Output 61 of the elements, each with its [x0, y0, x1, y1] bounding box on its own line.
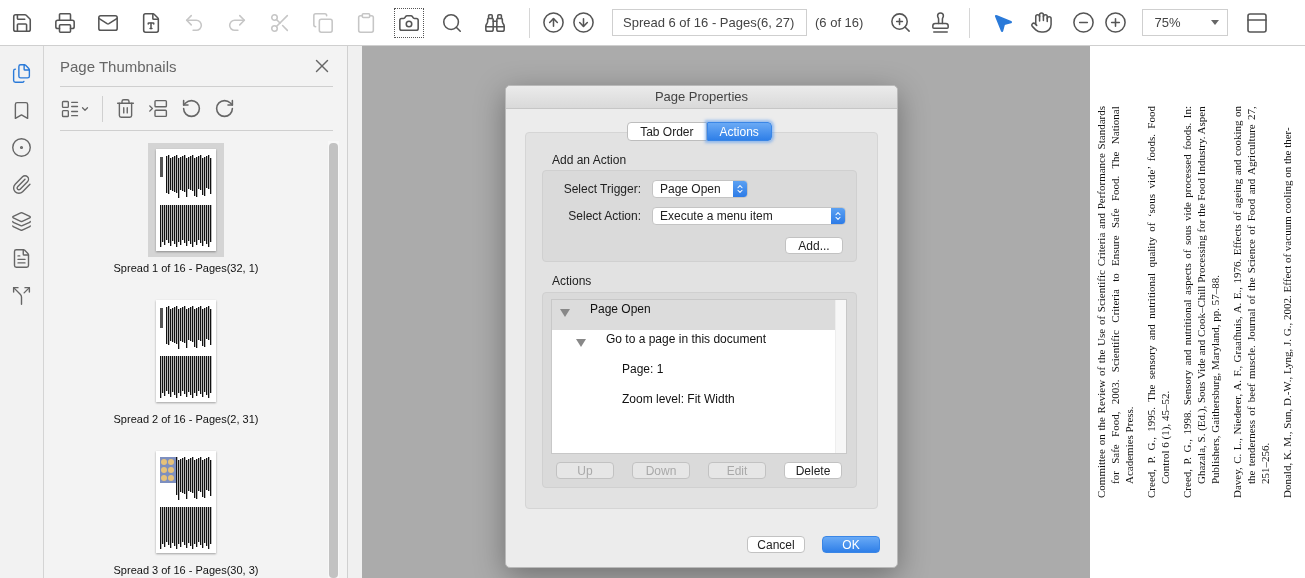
- zoom-dropdown[interactable]: 75%: [1142, 9, 1229, 36]
- disclosure-triangle-icon[interactable]: [576, 339, 586, 347]
- thumbnail-label: Spread 1 of 16 - Pages(32, 1): [113, 262, 259, 274]
- page-layout-icon: [1245, 10, 1270, 35]
- page-thumbnail[interactable]: [156, 451, 216, 553]
- disclosure-triangle-icon[interactable]: [560, 309, 570, 317]
- section-title: Add an Action: [552, 153, 628, 167]
- compare-icon: [11, 284, 32, 306]
- insert-pages-button[interactable]: [148, 98, 169, 119]
- trash-icon: [115, 98, 136, 119]
- thumbnail-label: Spread 3 of 16 - Pages(30, 3): [113, 564, 259, 576]
- hand-icon: [1029, 11, 1053, 34]
- rotate-right-icon: [214, 98, 235, 119]
- document-icon: [11, 247, 32, 269]
- dialog-title: Page Properties: [506, 86, 897, 109]
- tree-row[interactable]: Go to a page in this document: [552, 330, 835, 360]
- panel-title: Page Thumbnails: [60, 57, 177, 75]
- thumbnail-frame[interactable]: [148, 143, 224, 257]
- arrow-down-icon: [571, 11, 595, 34]
- arrow-up-icon: [541, 11, 565, 34]
- target-icon: [11, 136, 32, 158]
- magnifier-icon: [888, 11, 912, 34]
- select-label: Select Action:: [567, 209, 641, 223]
- scrollbar[interactable]: [835, 300, 846, 453]
- caret-icon: [1211, 20, 1220, 25]
- reference-entry: Davey, C. L., Niederer, A. F., Graafhuis, A. E., 1976. Effects of ageing and cooking on the tenderness of beef muscle. Journal of the Science of Food and Agriculture 27, 251–256.: [1230, 106, 1272, 498]
- select-label: Select Trigger:: [562, 182, 641, 196]
- reference-entry: Committee on the Review of the Use of Scientific Criteria and Performance Standards for Safe Food, 2003. Scientific Criteria to Ensure Safe Food. The National Academies Press.: [1094, 106, 1136, 498]
- layers-icon: [11, 210, 32, 232]
- tree-row[interactable]: Page: 1: [552, 360, 835, 390]
- insert-icon: [148, 98, 169, 119]
- page-number-field[interactable]: Spread 6 of 16 - Pages(6, 27): [612, 9, 807, 36]
- stepper-icon: [733, 181, 747, 197]
- select-dropdown[interactable]: Page Open: [652, 180, 748, 198]
- plus-icon: [1103, 11, 1127, 34]
- scrollbar[interactable]: [328, 141, 339, 578]
- section-title: Actions: [552, 274, 593, 288]
- delete-pages-button[interactable]: [115, 98, 136, 119]
- action-button[interactable]: Delete: [784, 462, 842, 479]
- thumbnail-label: Spread 2 of 16 - Pages(2, 31): [113, 413, 259, 425]
- tree-row[interactable]: Page Open: [552, 300, 835, 330]
- tree-row[interactable]: Zoom level: Fit Width: [552, 390, 835, 420]
- tab[interactable]: Tab Order: [627, 122, 707, 141]
- rotate-left-button[interactable]: [181, 98, 202, 119]
- select-dropdown[interactable]: Execute a menu item: [652, 207, 846, 225]
- list-icon: [60, 98, 80, 119]
- rotate-right-button[interactable]: [214, 98, 235, 119]
- reference-entry: Donald, K. M., Sun, D.-W., Lyng, J. G., 2002. Effect of vacuum cooling on the ther-: [1280, 126, 1294, 498]
- minus-icon: [1071, 11, 1095, 34]
- pages-icon: [11, 62, 32, 84]
- cancel-button[interactable]: Cancel: [747, 536, 805, 553]
- add-button[interactable]: Add...: [785, 237, 843, 254]
- reference-entry: Creed, P. G., 1998. Sensory and nutritional aspects of sous vide processed foods. In: Ghazala, S. (Ed.), Sous Vide and Cook–Chill Processing for the Food Industry. Aspen Publishers, Gaithersburg, Maryland, pp. 57–88.: [1180, 106, 1222, 498]
- options-menu-button[interactable]: [60, 98, 90, 119]
- page-thumbnail[interactable]: [156, 300, 216, 402]
- reference-entry: Creed, P. G., 1995. The sensory and nutritional quality of ‘sous vide’ foods. Food Control 6 (1), 45–52.: [1144, 106, 1172, 498]
- paperclip-icon: [11, 173, 32, 195]
- rotate-left-icon: [181, 98, 202, 119]
- page-thumbnail[interactable]: [156, 149, 216, 251]
- stepper-icon: [831, 208, 845, 224]
- page-count: (6 of 16): [815, 15, 864, 30]
